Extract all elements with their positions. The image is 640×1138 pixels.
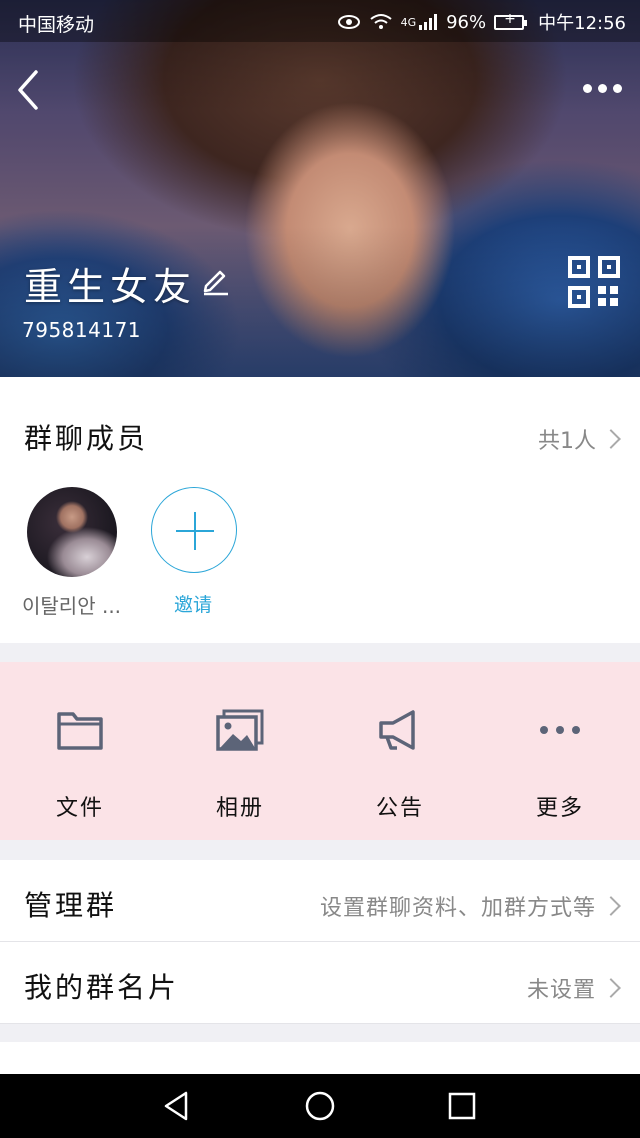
feature-album[interactable]: 相册 [160,662,320,840]
more-dot-icon [612,83,622,93]
nav-home-button[interactable] [302,1088,338,1124]
feature-grid: 文件 相册 公告 更多 [0,662,640,840]
battery-icon [494,11,528,30]
clock: 中午12:56 [538,13,626,34]
row-value: 设置群聊资料、加群方式等 [319,890,621,922]
back-button[interactable] [12,66,52,114]
members-title: 群聊成员 [24,422,149,455]
group-id: 795814171 [22,318,142,342]
invite-button[interactable] [151,487,237,573]
triangle-back-icon [164,1091,188,1121]
signal-icon [419,14,438,30]
more-dots-icon [540,726,580,734]
row-title: 管理群 [24,889,118,922]
chevron-right-icon [601,429,621,449]
carrier-label: 中国移动 [18,14,95,36]
feature-announcement[interactable]: 公告 [320,662,480,840]
status-bar: 中国移动 4G 96% 中午12:56 [0,0,640,42]
member-count-link[interactable]: 共1人 [538,423,621,455]
chevron-right-icon [601,896,621,916]
status-indicators: 4G 96% 中午12:56 [337,9,626,35]
system-navigation-bar [0,1074,640,1138]
row-value-text: 设置群聊资料、加群方式等 [319,896,596,921]
network-type: 4G [400,15,417,29]
edit-name-icon[interactable] [200,266,230,296]
feature-label: 文件 [55,796,104,821]
more-options-button[interactable] [578,72,626,104]
qr-code-icon[interactable] [568,256,620,308]
row-value: 未设置 [526,972,621,1004]
my-group-card-row[interactable]: 我的群名片 未设置 [0,942,640,1024]
wifi-icon [369,14,392,29]
eye-comfort-icon [337,15,360,29]
group-name: 重生女友 [24,265,197,309]
more-dot-icon [582,83,592,93]
nav-back-button[interactable] [160,1088,196,1124]
battery-percent: 96% [446,11,487,33]
settings-list: 管理群 设置群聊资料、加群方式等 我的群名片 未设置 [0,860,640,1024]
nav-recents-button[interactable] [444,1088,480,1124]
member-name: 이탈리안 ... [22,594,122,618]
album-icon [216,709,264,751]
invite-label: 邀请 [174,594,213,616]
square-recents-icon [448,1092,476,1120]
group-profile-screen: 中国移动 4G 96% 中午12:56 [0,0,640,1138]
chevron-right-icon [601,978,621,998]
manage-group-row[interactable]: 管理群 设置群聊资料、加群方式等 [0,860,640,942]
feature-label: 更多 [535,796,584,821]
more-dot-icon [597,83,607,93]
feature-label: 相册 [215,796,264,821]
row-value-text: 未设置 [526,978,596,1003]
feature-label: 公告 [375,796,424,821]
member-avatar[interactable] [27,487,117,577]
back-arrow-icon [18,70,38,110]
feature-files[interactable]: 文件 [0,662,160,840]
member-count: 共1人 [538,429,596,454]
members-section: 群聊成员 共1人 이탈리안 ... 邀请 [0,377,640,643]
feature-more[interactable]: 更多 [480,662,640,840]
folder-icon [57,712,103,750]
row-title: 我的群名片 [24,971,180,1004]
megaphone-icon [379,710,415,750]
circle-home-icon [305,1091,335,1121]
